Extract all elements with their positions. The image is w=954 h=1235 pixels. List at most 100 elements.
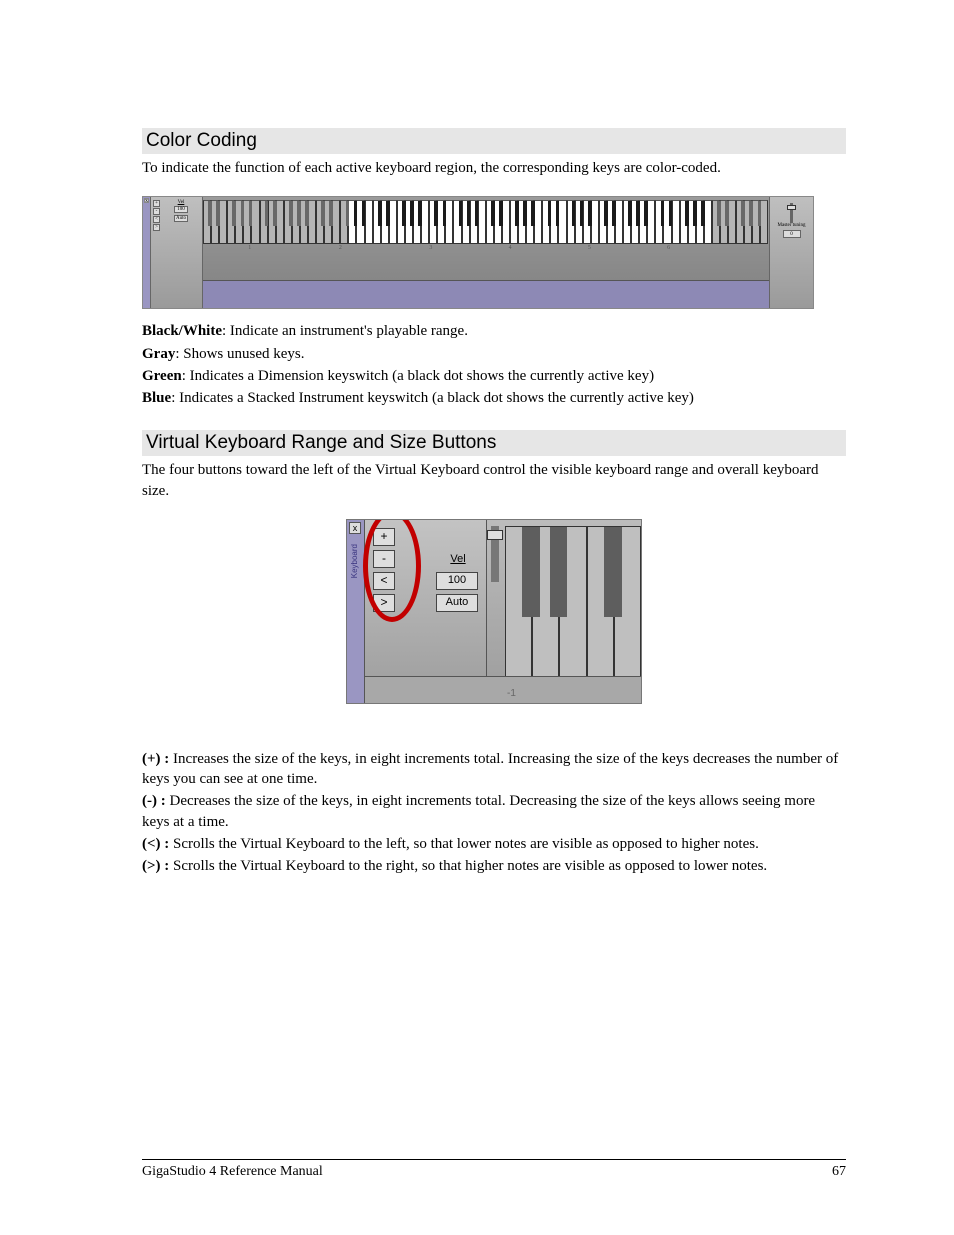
piano-key[interactable] [292,200,300,244]
piano-key[interactable] [260,200,268,244]
piano-key-black[interactable] [418,201,422,226]
piano-key[interactable] [235,200,243,244]
keyboard-tab-strip[interactable]: x Keyboard [347,520,365,703]
piano-key[interactable] [591,200,599,244]
piano-key-black[interactable] [725,201,729,226]
piano-key[interactable] [316,200,324,244]
piano-key-black[interactable] [515,201,519,226]
piano-key[interactable] [324,200,332,244]
auto-button[interactable]: Auto [436,594,478,612]
piano-key[interactable] [623,200,631,244]
piano-key-black[interactable] [580,201,584,226]
zoom-out-button[interactable]: - [373,550,395,568]
piano-key[interactable] [445,200,453,244]
piano-key[interactable] [203,200,211,244]
piano-key-black[interactable] [265,201,269,226]
piano-key-black[interactable] [273,201,277,226]
vel-value[interactable]: 100 [436,572,478,590]
piano-key[interactable] [583,200,591,244]
velocity-slider[interactable] [491,526,499,582]
piano-key[interactable] [389,200,397,244]
piano-key-black[interactable] [636,201,640,226]
piano-key-black[interactable] [741,201,745,226]
piano-key-black[interactable] [354,201,358,226]
piano-key-black[interactable] [459,201,463,226]
zoom-in-button[interactable]: + [153,200,160,207]
piano-key[interactable] [607,200,615,244]
piano-key[interactable] [558,200,566,244]
piano-key[interactable] [696,200,704,244]
vel-value[interactable]: 100 [174,206,188,213]
zoom-out-button[interactable]: - [153,208,160,215]
piano-key[interactable] [631,200,639,244]
piano-key[interactable] [251,200,259,244]
piano-key-black[interactable] [588,201,592,226]
piano-key[interactable] [437,200,445,244]
auto-button[interactable]: Auto [174,215,188,222]
mod-strip[interactable] [203,280,769,308]
piano-key-black[interactable] [297,201,301,226]
piano-key-black[interactable] [249,201,253,226]
piano-key[interactable] [736,200,744,244]
piano-key-black[interactable] [548,201,552,226]
piano-key[interactable] [478,200,486,244]
keyboard-area[interactable]: 1 2 3 4 5 6 [203,197,769,308]
piano-key[interactable] [647,200,655,244]
piano-key[interactable] [219,200,227,244]
piano-key[interactable] [413,200,421,244]
piano-key[interactable] [308,200,316,244]
piano-key[interactable] [348,200,356,244]
piano-key[interactable] [268,200,276,244]
piano-key[interactable] [397,200,405,244]
piano-key-black[interactable] [232,201,236,226]
piano-key[interactable] [575,200,583,244]
piano-key[interactable] [227,200,235,244]
piano-key-black[interactable] [362,201,366,226]
piano-key[interactable] [332,200,340,244]
piano-key-black[interactable] [208,201,212,226]
piano-key-black[interactable] [749,201,753,226]
piano-key[interactable] [453,200,461,244]
keyboard-area[interactable] [505,526,641,678]
piano-key[interactable] [550,200,558,244]
piano-key-black[interactable] [604,201,608,226]
keyboard-tab-strip[interactable]: x [143,197,151,308]
piano-key-black[interactable] [531,201,535,226]
piano-key-black[interactable] [305,201,309,226]
piano-key-black[interactable] [669,201,673,226]
zoom-in-button[interactable]: + [373,528,395,546]
piano-key[interactable] [704,200,712,244]
piano-key[interactable] [534,200,542,244]
piano-key-black[interactable] [644,201,648,226]
piano-key[interactable] [615,200,623,244]
piano-key[interactable] [276,200,284,244]
piano-key-black[interactable] [289,201,293,226]
piano-key-black[interactable] [628,201,632,226]
piano-key-black[interactable] [402,201,406,226]
piano-key[interactable] [365,200,373,244]
piano-key-black[interactable] [499,201,503,226]
piano-key-black[interactable] [758,201,762,226]
piano-key[interactable] [526,200,534,244]
piano-key-black[interactable] [556,201,560,226]
piano-key-black[interactable] [378,201,382,226]
piano-key-black[interactable] [717,201,721,226]
piano-key-black[interactable] [661,201,665,226]
piano-key[interactable] [421,200,429,244]
piano-key[interactable] [494,200,502,244]
piano-key[interactable] [728,200,736,244]
piano-key-black[interactable] [685,201,689,226]
piano-key-black[interactable] [475,201,479,226]
master-tuning-slider[interactable] [790,203,793,223]
piano-key[interactable] [720,200,728,244]
piano-key-black[interactable] [410,201,414,226]
piano-key-black[interactable] [467,201,471,226]
piano-key-black[interactable] [701,201,705,226]
scroll-left-button[interactable]: < [153,216,160,223]
piano-key-black[interactable] [346,201,350,226]
close-icon[interactable]: x [349,522,361,534]
piano-key-black[interactable] [386,201,390,226]
piano-key[interactable] [284,200,292,244]
piano-key-black[interactable] [216,201,220,226]
piano-key[interactable] [486,200,494,244]
